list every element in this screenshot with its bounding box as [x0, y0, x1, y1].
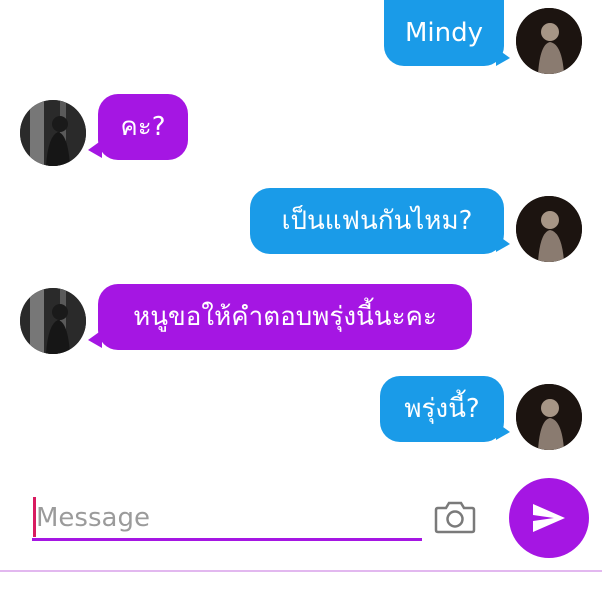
bubble-tail [496, 422, 510, 440]
bottom-divider [0, 570, 602, 572]
avatar[interactable] [516, 384, 582, 450]
send-button[interactable] [509, 478, 589, 558]
avatar[interactable] [20, 288, 86, 354]
message-bubble-sent[interactable]: Mindy [384, 0, 504, 66]
message-bubble-received[interactable]: คะ? [98, 94, 188, 160]
avatar-photo-icon [20, 288, 86, 354]
bubble-tail [496, 48, 510, 66]
message-bubble-sent[interactable]: เป็นแฟนกันไหม? [250, 188, 504, 254]
message-bubble-sent[interactable]: พรุ่งนี้? [380, 376, 504, 442]
input-underline [32, 538, 422, 541]
message-text: คะ? [120, 112, 166, 142]
avatar-photo-icon [516, 196, 582, 262]
message-text: เป็นแฟนกันไหม? [281, 206, 473, 236]
avatar[interactable] [516, 8, 582, 74]
message-text: หนูขอให้คำตอบพรุ่งนี้นะคะ [133, 302, 437, 332]
bubble-tail [496, 234, 510, 252]
message-text: Mindy [404, 18, 484, 48]
message-input[interactable] [36, 500, 416, 536]
message-bubble-received[interactable]: หนูขอให้คำตอบพรุ่งนี้นะคะ [98, 284, 472, 350]
avatar-photo-icon [516, 384, 582, 450]
camera-icon-graphic [434, 501, 476, 534]
camera-icon[interactable] [434, 500, 476, 534]
avatar[interactable] [20, 100, 86, 166]
send-icon [533, 504, 565, 532]
avatar[interactable] [516, 196, 582, 262]
avatar-photo-icon [20, 100, 86, 166]
message-text: พรุ่งนี้? [404, 394, 480, 424]
avatar-photo-icon [516, 8, 582, 74]
